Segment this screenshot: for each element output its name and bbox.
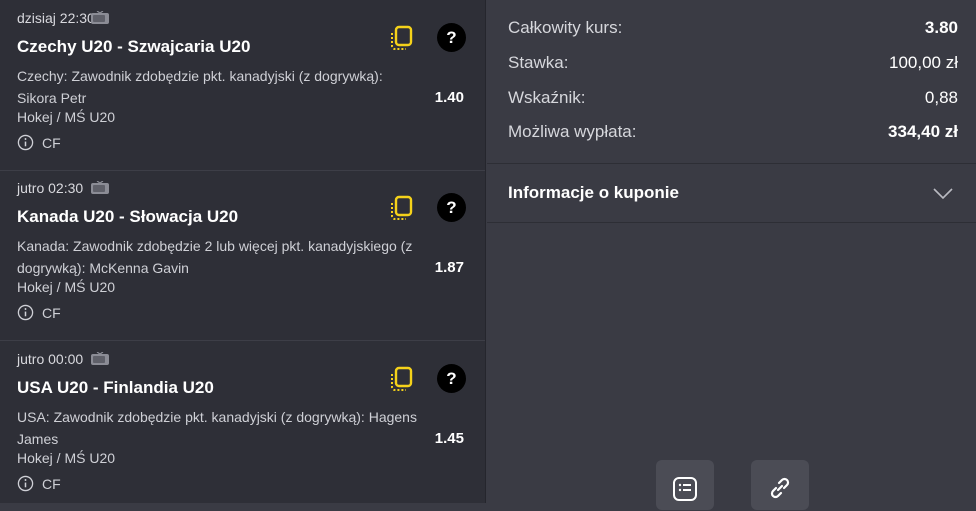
bet-description: USA: Zawodnik zdobędzie pkt. kanadyjski … <box>17 409 417 447</box>
tv-icon <box>91 352 109 365</box>
match-title: Czechy U20 - Szwajcaria U20 <box>17 37 251 56</box>
copy-bet-icon[interactable] <box>389 366 415 392</box>
cf-label: CF <box>42 475 61 492</box>
question-mark-icon[interactable]: ? <box>437 193 466 222</box>
question-mark-icon[interactable]: ? <box>437 23 466 52</box>
info-circle-icon[interactable] <box>17 134 34 151</box>
question-mark-icon[interactable]: ? <box>437 364 466 393</box>
bet-item: dzisiaj 22:30 Czechy U20 - Szwajcaria U2… <box>0 0 485 171</box>
bet-item: jutro 02:30 Kanada U20 - Słowacja U20 Ka… <box>0 170 485 341</box>
list-document-icon <box>673 477 697 501</box>
total-odds-label: Całkowity kurs: <box>508 18 623 37</box>
bet-cf[interactable]: CF <box>17 475 61 492</box>
bet-odds: 1.40 <box>434 89 464 106</box>
copy-bet-icon[interactable] <box>389 25 415 51</box>
bet-cf[interactable]: CF <box>17 304 61 321</box>
cf-label: CF <box>42 304 61 321</box>
indicator-label: Wskaźnik: <box>508 88 586 107</box>
bet-time: dzisiaj 22:30 <box>17 10 95 26</box>
info-circle-icon[interactable] <box>17 304 34 321</box>
bet-sport: Hokej / MŚ U20 <box>17 450 116 466</box>
bet-cf[interactable]: CF <box>17 134 61 151</box>
coupon-info-toggle[interactable]: Informacje o kuponie <box>487 164 976 222</box>
stake-label: Stawka: <box>508 53 569 72</box>
link-icon <box>770 477 790 499</box>
bet-description: Czechy: Zawodnik zdobędzie pkt. kanadyjs… <box>17 68 383 106</box>
bet-time: jutro 00:00 <box>17 351 84 367</box>
bet-sport: Hokej / MŚ U20 <box>17 279 116 295</box>
payout-row: Możliwa wypłata: 334,40 zł <box>508 121 958 143</box>
bet-sport: Hokej / MŚ U20 <box>17 109 116 125</box>
bet-description: Kanada: Zawodnik zdobędzie 2 lub więcej … <box>17 238 413 276</box>
payout-value: 334,40 zł <box>888 122 958 141</box>
stake-value: 100,00 zł <box>889 53 958 72</box>
tv-icon <box>91 181 109 194</box>
bet-odds: 1.87 <box>434 259 464 276</box>
bet-time: jutro 02:30 <box>17 180 84 196</box>
bet-list: dzisiaj 22:30 Czechy U20 - Szwajcaria U2… <box>0 0 486 503</box>
bet-odds: 1.45 <box>434 430 464 447</box>
coupon-info-title: Informacje o kuponie <box>508 183 679 202</box>
info-circle-icon[interactable] <box>17 475 34 492</box>
tv-icon <box>91 11 109 24</box>
divider <box>487 222 976 223</box>
match-title: USA U20 - Finlandia U20 <box>17 378 214 397</box>
copy-bet-icon[interactable] <box>389 195 415 221</box>
coupon-summary: Całkowity kurs: 3.80 Stawka: 100,00 zł W… <box>487 0 976 510</box>
stake-row: Stawka: 100,00 zł <box>508 52 958 74</box>
total-odds-row: Całkowity kurs: 3.80 <box>508 17 958 39</box>
total-odds-value: 3.80 <box>924 18 958 37</box>
indicator-row: Wskaźnik: 0,88 <box>508 87 958 109</box>
bet-item: jutro 00:00 USA U20 - Finlandia U20 USA:… <box>0 341 485 511</box>
match-title: Kanada U20 - Słowacja U20 <box>17 207 239 226</box>
indicator-value: 0,88 <box>924 88 958 107</box>
payout-label: Możliwa wypłata: <box>508 122 637 141</box>
cf-label: CF <box>42 134 61 151</box>
chevron-down-icon <box>933 188 953 200</box>
